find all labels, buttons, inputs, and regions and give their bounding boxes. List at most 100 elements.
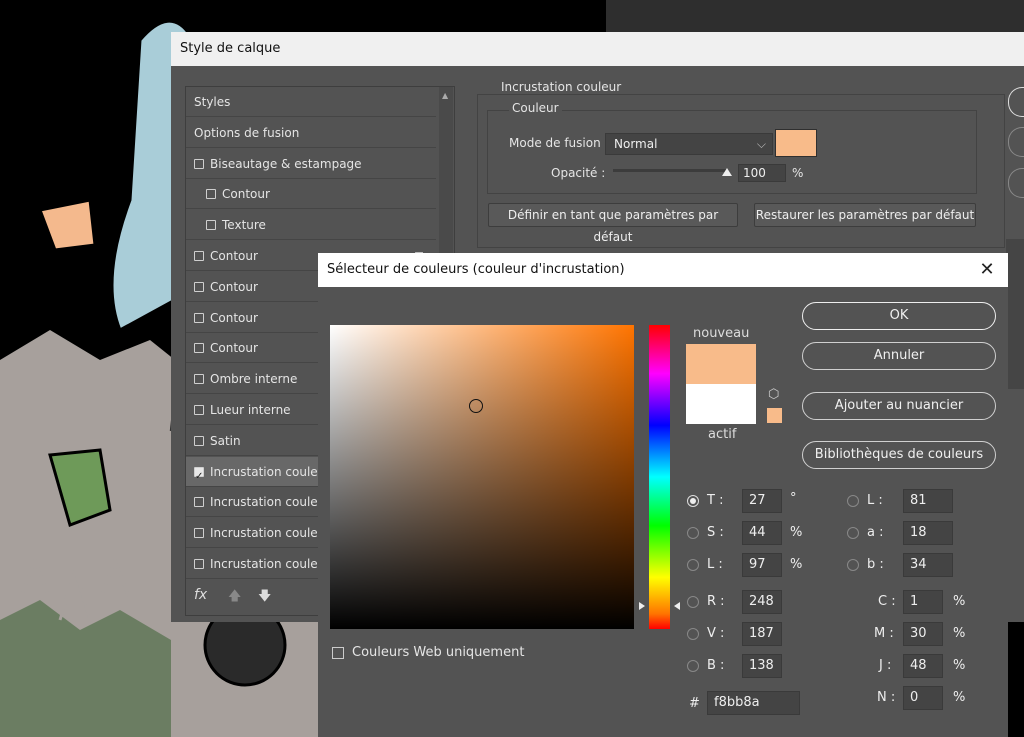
brightness-field[interactable]: 97 [742, 553, 782, 577]
hue-radio[interactable] [687, 495, 699, 507]
fx-button[interactable]: fx [194, 587, 207, 603]
opacity-slider-thumb[interactable] [722, 168, 732, 176]
lab-b-field[interactable]: 34 [903, 553, 953, 577]
style-checkbox[interactable] [194, 497, 204, 508]
move-down-icon[interactable]: 🡇 [258, 587, 271, 609]
hue-unit: ° [790, 491, 797, 506]
dialog-cancel-button-edge[interactable] [1008, 127, 1024, 157]
opacity-slider-track[interactable] [613, 169, 727, 172]
style-checkbox[interactable] [194, 528, 204, 539]
overlay-color-swatch[interactable] [775, 129, 817, 157]
blend-mode-select[interactable]: Normal ⌵ [605, 133, 773, 155]
green-label: V : [707, 626, 725, 641]
hex-label: # [689, 696, 700, 711]
style-checkbox[interactable] [194, 251, 204, 261]
magenta-field[interactable]: 30 [903, 622, 943, 646]
style-item[interactable]: Styles [186, 87, 436, 117]
style-checkbox[interactable] [194, 435, 204, 446]
lab-l-field[interactable]: 81 [903, 489, 953, 513]
lab-b-radio[interactable] [847, 559, 859, 571]
magenta-unit: % [953, 626, 966, 641]
cyan-field[interactable]: 1 [903, 590, 943, 614]
saturation-brightness-field[interactable] [330, 325, 634, 629]
group-title: Couleur [509, 101, 562, 115]
hue-slider[interactable] [649, 325, 670, 629]
style-checkbox[interactable] [194, 158, 204, 169]
add-to-swatches-button[interactable]: Ajouter au nuancier [802, 392, 996, 420]
saturation-field[interactable]: 44 [742, 521, 782, 545]
brightness-radio[interactable] [687, 559, 699, 571]
lab-a-label: a : [867, 525, 884, 540]
red-radio[interactable] [687, 596, 699, 608]
style-checkbox[interactable] [206, 220, 216, 231]
web-colors-checkbox[interactable] [332, 647, 344, 659]
blue-radio[interactable] [687, 660, 699, 672]
current-color-label: actif [708, 427, 737, 442]
color-selector-ring[interactable] [469, 399, 483, 413]
section-title: Incrustation couleur [497, 80, 626, 94]
lab-a-field[interactable]: 18 [903, 521, 953, 545]
style-item[interactable]: Texture [186, 210, 436, 241]
black-label: N : [877, 690, 896, 705]
blue-label: B : [707, 658, 725, 673]
style-checkbox[interactable] [194, 559, 204, 569]
gamut-color-swatch[interactable] [767, 408, 782, 423]
saturation-unit: % [790, 525, 803, 540]
style-checkbox[interactable] [206, 189, 216, 200]
green-radio[interactable] [687, 628, 699, 640]
green-field[interactable]: 187 [742, 622, 782, 646]
style-checkbox[interactable] [194, 462, 204, 492]
style-item[interactable]: Options de fusion [186, 118, 436, 148]
style-item[interactable]: Contour [186, 179, 436, 210]
style-checkbox[interactable] [194, 281, 204, 292]
dialog-ok-button-edge[interactable] [1008, 87, 1024, 117]
set-default-button[interactable]: Définir en tant que paramètres par défau… [488, 203, 738, 244]
color-libraries-button[interactable]: Bibliothèques de couleurs [802, 441, 996, 469]
black-field[interactable]: 0 [903, 686, 943, 710]
yellow-unit: % [953, 658, 966, 673]
style-checkbox[interactable] [194, 312, 204, 323]
style-item-label: Options de fusion [194, 125, 300, 140]
yellow-field[interactable]: 48 [903, 654, 943, 678]
color-picker-title: Sélecteur de couleurs (couleur d'incrust… [318, 253, 1008, 287]
close-icon[interactable]: ✕ [976, 259, 998, 281]
out-of-gamut-cube-icon[interactable]: ⬡ [768, 387, 779, 402]
style-checkbox[interactable] [194, 374, 204, 385]
style-checkbox[interactable] [194, 405, 204, 415]
hue-label: T : [707, 493, 724, 508]
preview-area [1006, 239, 1024, 389]
hue-field[interactable]: 27 [742, 489, 782, 513]
style-item[interactable]: Biseautage & estampage [186, 149, 436, 179]
web-colors-label: Couleurs Web uniquement [352, 645, 525, 660]
cyan-label: C : [878, 594, 896, 609]
reset-default-button[interactable]: Restaurer les paramètres par défaut [754, 203, 976, 227]
style-item-label: Incrustation couleur [210, 526, 331, 541]
lab-a-radio[interactable] [847, 527, 859, 539]
yellow-label: J : [879, 658, 892, 673]
scroll-up-icon[interactable]: ▲ [442, 91, 448, 100]
hue-slider-right-arrow[interactable] [674, 602, 680, 610]
hue-slider-left-arrow[interactable] [639, 602, 645, 610]
new-color-swatch [686, 344, 756, 384]
layer-style-title: Style de calque [171, 32, 1024, 66]
red-field[interactable]: 248 [742, 590, 782, 614]
cancel-button[interactable]: Annuler [802, 342, 996, 370]
cyan-unit: % [953, 594, 966, 609]
dialog-new-style-button-edge[interactable] [1008, 168, 1024, 198]
style-item-label: Texture [222, 218, 266, 233]
lab-l-label: L : [867, 493, 883, 508]
hex-field[interactable]: f8bb8a [707, 691, 800, 715]
brightness-label: L : [707, 557, 723, 572]
style-checkbox[interactable] [194, 343, 204, 354]
move-up-icon[interactable]: 🡅 [228, 587, 241, 609]
ok-button[interactable]: OK [802, 302, 996, 330]
blue-field[interactable]: 138 [742, 654, 782, 678]
magenta-label: M : [874, 626, 894, 641]
style-item-label: Contour [222, 187, 270, 202]
style-item-label: Incrustation couleur [210, 495, 331, 510]
lab-l-radio[interactable] [847, 495, 859, 507]
saturation-radio[interactable] [687, 527, 699, 539]
current-color-swatch[interactable] [686, 384, 756, 424]
opacity-input[interactable]: 100 [738, 164, 786, 182]
style-item-label: Incrustation couleur [210, 464, 331, 479]
